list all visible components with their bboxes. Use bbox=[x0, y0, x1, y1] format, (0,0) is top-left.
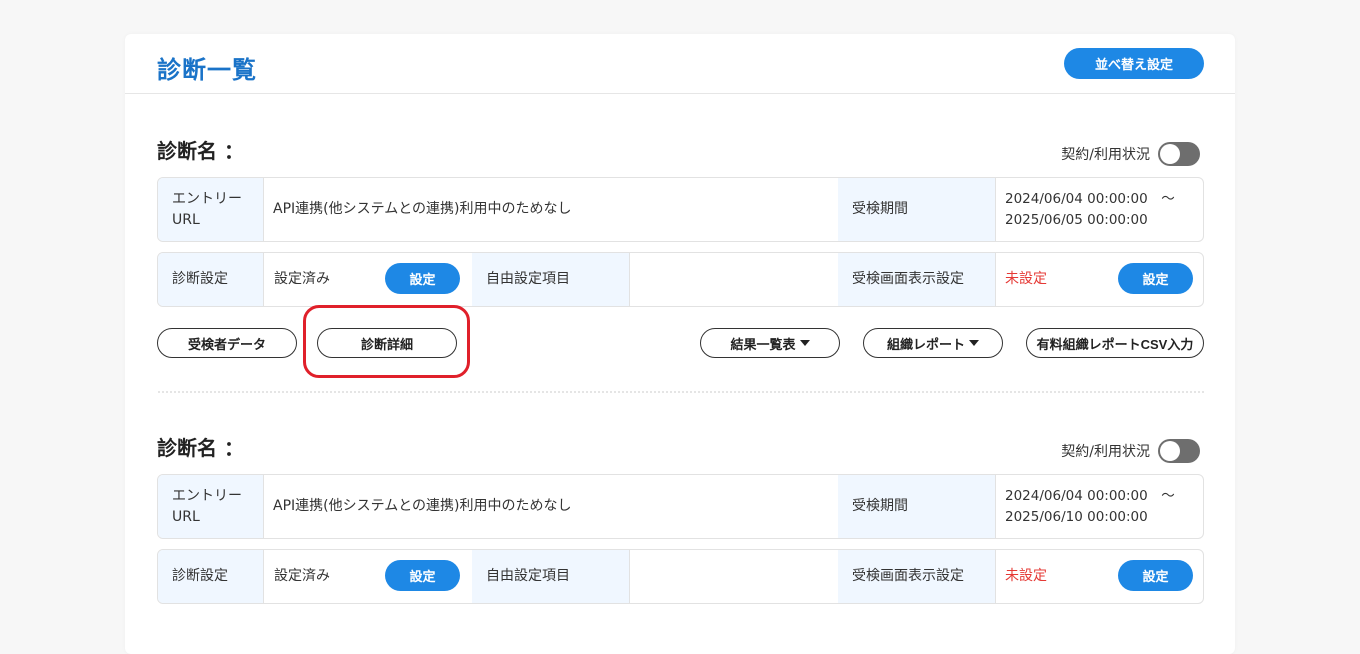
caret-down-icon bbox=[969, 340, 979, 346]
diag-setting-button[interactable]: 設定 bbox=[385, 560, 460, 591]
paid-org-report-csv-button[interactable]: 有料組織レポートCSV入力 bbox=[1026, 328, 1204, 358]
screen-setting-button[interactable]: 設定 bbox=[1118, 560, 1193, 591]
contract-status: 契約/利用状況 bbox=[1061, 142, 1200, 166]
entry-url-label: エントリー URL bbox=[158, 178, 263, 241]
period-start: 2024/06/04 00:00:00 ～ bbox=[1005, 190, 1175, 207]
period-value: 2024/06/04 00:00:00 ～ 2025/06/10 00:00:0… bbox=[995, 475, 1203, 538]
diag-setting-label: 診断設定 bbox=[158, 253, 263, 306]
period-value: 2024/06/04 00:00:00 ～ 2025/06/05 00:00:0… bbox=[995, 178, 1203, 241]
result-list-dropdown[interactable]: 結果一覧表 bbox=[700, 328, 840, 358]
settings-row: 診断設定 設定済み 設定 自由設定項目 受検画面表示設定 未設定 設定 bbox=[157, 549, 1204, 604]
screen-setting-label: 受検画面表示設定 bbox=[838, 550, 995, 603]
contract-status-toggle[interactable] bbox=[1158, 142, 1200, 166]
period-start: 2024/06/04 00:00:00 ～ bbox=[1005, 487, 1175, 504]
screen-setting-label: 受検画面表示設定 bbox=[838, 253, 995, 306]
card-header: 診断一覧 並べ替え設定 bbox=[125, 34, 1235, 94]
entry-row: エントリー URL API連携(他システムとの連携)利用中のためなし 受検期間 … bbox=[157, 474, 1204, 539]
diag-setting-label: 診断設定 bbox=[158, 550, 263, 603]
toggle-knob bbox=[1160, 441, 1180, 461]
section-divider bbox=[157, 390, 1204, 394]
caret-down-icon bbox=[799, 340, 810, 346]
screen-setting-button[interactable]: 設定 bbox=[1118, 263, 1193, 294]
screen-setting-value: 未設定 bbox=[1005, 271, 1047, 287]
free-item-label: 自由設定項目 bbox=[472, 253, 629, 306]
toggle-knob bbox=[1160, 144, 1180, 164]
diagnosis-detail-button[interactable]: 診断詳細 bbox=[317, 328, 457, 358]
diag-setting-button[interactable]: 設定 bbox=[385, 263, 460, 294]
org-report-dropdown[interactable]: 組織レポート bbox=[863, 328, 1003, 358]
period-label: 受検期間 bbox=[838, 475, 995, 538]
free-item-value bbox=[629, 253, 838, 306]
period-label: 受検期間 bbox=[838, 178, 995, 241]
free-item-value bbox=[629, 550, 838, 603]
diagnosis-name-title: 診断名 ： bbox=[157, 139, 244, 163]
result-list-label: 結果一覧表 bbox=[730, 336, 796, 352]
free-item-label: 自由設定項目 bbox=[472, 550, 629, 603]
period-end: 2025/06/05 00:00:00 bbox=[1005, 211, 1148, 228]
entry-url-label: エントリー URL bbox=[158, 475, 263, 538]
diagnosis-section-2: 診断名 ： 契約/利用状況 エントリー URL API連携(他システムとの連携)… bbox=[157, 427, 1204, 617]
diagnosis-section-1: 診断名 ： 契約/利用状況 エントリー URL API連携(他システムとの連携)… bbox=[157, 130, 1204, 370]
diagnosis-name-title: 診断名 ： bbox=[157, 436, 244, 460]
screen-setting-value: 未設定 bbox=[1005, 568, 1047, 584]
sort-settings-button[interactable]: 並べ替え設定 bbox=[1064, 48, 1204, 79]
period-end: 2025/06/10 00:00:00 bbox=[1005, 508, 1148, 525]
page-title: 診断一覧 bbox=[157, 56, 257, 84]
examinee-data-button[interactable]: 受検者データ bbox=[157, 328, 297, 358]
settings-row: 診断設定 設定済み 設定 自由設定項目 受検画面表示設定 未設定 設定 bbox=[157, 252, 1204, 307]
contract-status-label: 契約/利用状況 bbox=[1061, 147, 1150, 163]
entry-url-value: API連携(他システムとの連携)利用中のためなし bbox=[273, 201, 572, 217]
contract-status-label: 契約/利用状況 bbox=[1061, 444, 1150, 460]
contract-status: 契約/利用状況 bbox=[1061, 439, 1200, 463]
contract-status-toggle[interactable] bbox=[1158, 439, 1200, 463]
entry-url-value: API連携(他システムとの連携)利用中のためなし bbox=[273, 498, 572, 514]
org-report-label: 組織レポート bbox=[886, 336, 965, 352]
entry-row: エントリー URL API連携(他システムとの連携)利用中のためなし 受検期間 … bbox=[157, 177, 1204, 242]
